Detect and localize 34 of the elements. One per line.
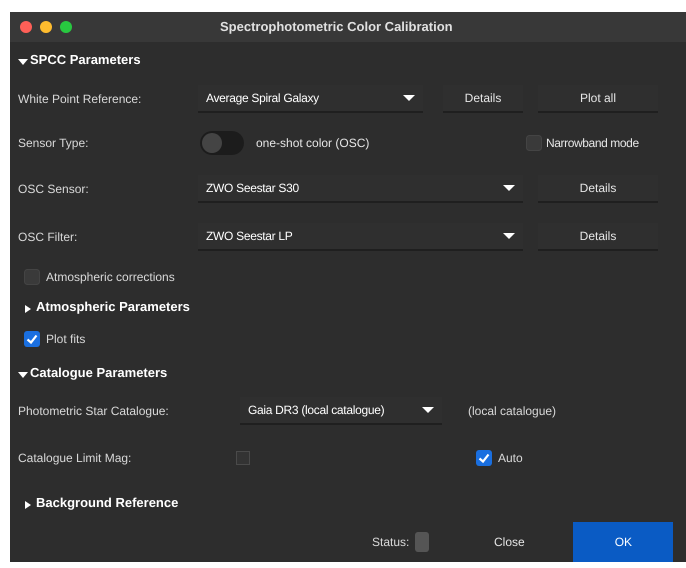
field-label: Photometric Star Catalogue: [18,403,170,420]
checkbox-label: Narrowband mode [546,135,639,152]
expanded-arrow-icon[interactable] [18,370,28,380]
section-header[interactable]: Catalogue Parameters [30,363,168,383]
dropdown-arrow-icon[interactable] [403,94,415,102]
catalogue-note: (local catalogue) [468,403,556,420]
section-header[interactable]: Atmospheric Parameters [36,297,190,317]
dropdown-arrow-icon[interactable] [503,232,515,240]
checkbox[interactable] [24,331,40,347]
close-button[interactable]: Close [469,522,550,562]
section-header[interactable]: SPCC Parameters [30,50,141,70]
spin-field[interactable] [236,451,250,465]
checkbox-label: Plot fits [46,331,86,348]
field-label: OSC Filter: [18,229,78,246]
checkbox-label: Auto [498,450,523,467]
expanded-arrow-icon[interactable] [18,57,28,67]
status-indicator [415,532,430,552]
field-label: White Point Reference: [18,91,142,108]
toggle-switch[interactable] [200,131,244,155]
field-label: Catalogue Limit Mag: [18,450,132,467]
toggle-label: one-shot color (OSC) [256,135,370,152]
dropdown-arrow-icon[interactable] [422,406,434,414]
window-control-button[interactable] [40,21,52,33]
window-control-button[interactable] [60,21,72,33]
window-control-button[interactable] [20,21,32,33]
field-label: OSC Sensor: [18,181,90,198]
dropdown-arrow-icon[interactable] [503,184,515,192]
ok-button[interactable]: OK [573,522,674,562]
status-label: Status: [372,534,410,551]
field-label: Sensor Type: [18,135,90,152]
checkbox[interactable] [476,450,492,466]
window-title: Spectrophotometric Color Calibration [220,18,453,36]
checkbox-label: Atmospheric corrections [46,269,175,286]
section-header[interactable]: Background Reference [36,493,178,513]
